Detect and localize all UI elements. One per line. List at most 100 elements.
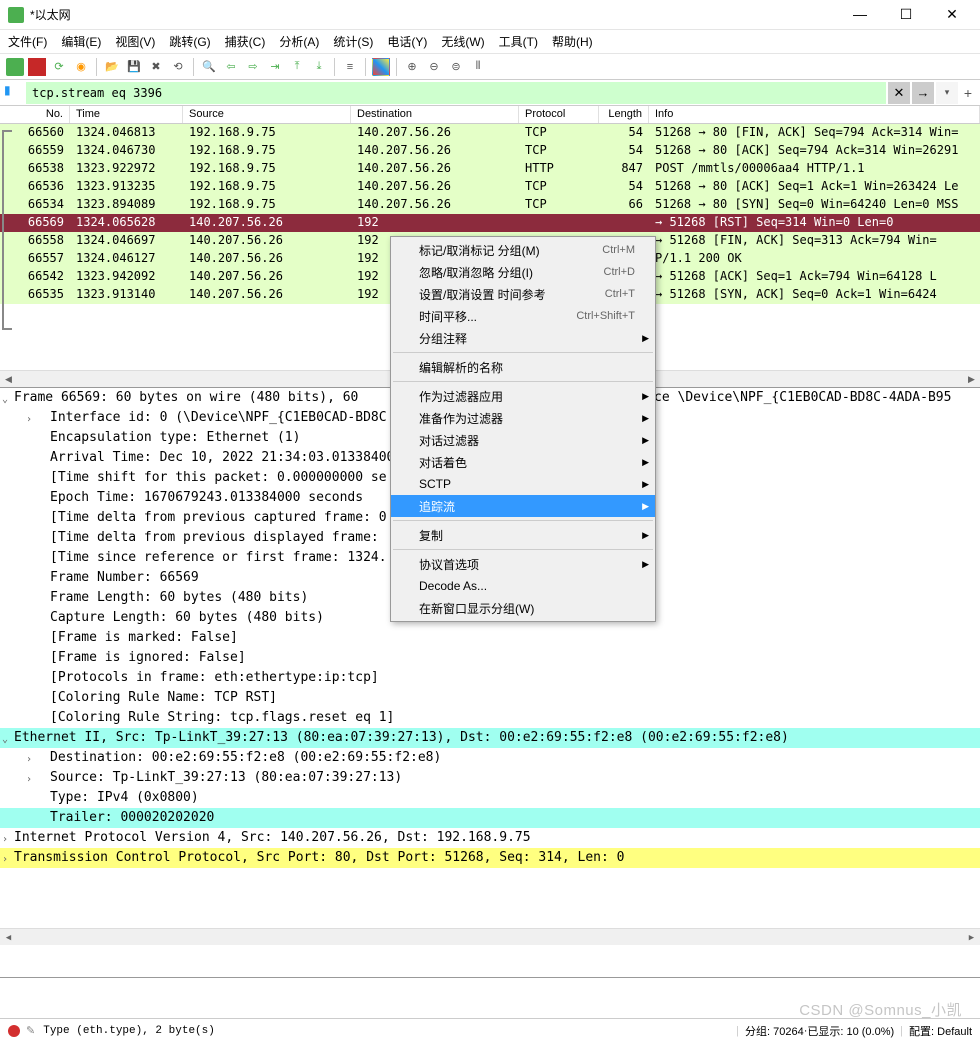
menu-view[interactable]: 视图(V) — [115, 33, 155, 50]
detail-line[interactable]: Trailer: 000020202020 — [0, 808, 980, 828]
maximize-button[interactable]: ☐ — [892, 6, 920, 23]
expand-icon[interactable]: › — [26, 770, 32, 790]
tcp-node[interactable]: ›Transmission Control Protocol, Src Port… — [0, 848, 980, 868]
detail-line[interactable]: [Frame is marked: False] — [0, 628, 980, 648]
column-destination[interactable]: Destination — [351, 106, 519, 123]
packet-row[interactable]: 665591324.046730192.168.9.75140.207.56.2… — [0, 142, 980, 160]
packet-row[interactable]: 665381323.922972192.168.9.75140.207.56.2… — [0, 160, 980, 178]
menu-tools[interactable]: 工具(T) — [499, 33, 538, 50]
ctx-copy[interactable]: 复制▶ — [391, 524, 655, 546]
packet-row[interactable]: 665691324.065628140.207.56.26192→ 51268 … — [0, 214, 980, 232]
scroll-left-icon[interactable]: ◀ — [0, 371, 17, 388]
capture-options-icon[interactable]: ◉ — [72, 58, 90, 76]
separator — [393, 352, 653, 353]
column-protocol[interactable]: Protocol — [519, 106, 599, 123]
ethernet-node[interactable]: ⌄Ethernet II, Src: Tp-LinkT_39:27:13 (80… — [0, 728, 980, 748]
scroll-right-icon[interactable]: ▶ — [963, 371, 980, 388]
resize-columns-icon[interactable]: ⫴ — [469, 58, 487, 76]
ctx-apply-as-filter[interactable]: 作为过滤器应用▶ — [391, 385, 655, 407]
ctx-show-in-new-window[interactable]: 在新窗口显示分组(W) — [391, 597, 655, 619]
column-no[interactable]: No. — [0, 106, 70, 123]
restart-capture-icon[interactable]: ⟳ — [50, 58, 68, 76]
filter-history-button[interactable]: ▾ — [936, 82, 958, 104]
packet-row[interactable]: 665341323.894089192.168.9.75140.207.56.2… — [0, 196, 980, 214]
ctx-protocol-preferences[interactable]: 协议首选项▶ — [391, 553, 655, 575]
menu-statistics[interactable]: 统计(S) — [333, 33, 373, 50]
find-icon[interactable]: 🔍 — [200, 58, 218, 76]
status-profile[interactable]: 配置: Default — [909, 1023, 972, 1039]
expand-icon[interactable]: › — [2, 850, 8, 870]
ctx-colorize-conversation[interactable]: 对话着色▶ — [391, 451, 655, 473]
reload-icon[interactable]: ⟲ — [169, 58, 187, 76]
ip-node[interactable]: ›Internet Protocol Version 4, Src: 140.2… — [0, 828, 980, 848]
ctx-follow-stream[interactable]: 追踪流▶ — [391, 495, 655, 517]
bookmark-filter-icon[interactable]: ▮ — [4, 83, 24, 103]
menu-wireless[interactable]: 无线(W) — [441, 33, 484, 50]
detail-line[interactable]: [Frame is ignored: False] — [0, 648, 980, 668]
scroll-right-icon[interactable]: ▶ — [963, 929, 980, 946]
add-filter-button[interactable]: + — [960, 85, 976, 101]
ctx-mark-packet[interactable]: 标记/取消标记 分组(M)Ctrl+M — [391, 239, 655, 261]
goto-first-icon[interactable]: ⤒ — [288, 58, 306, 76]
display-filter-input[interactable] — [26, 82, 886, 104]
packet-row[interactable]: 665361323.913235192.168.9.75140.207.56.2… — [0, 178, 980, 196]
zoom-in-icon[interactable]: ⊕ — [403, 58, 421, 76]
start-capture-icon[interactable] — [6, 58, 24, 76]
collapse-icon[interactable]: ⌄ — [2, 730, 8, 750]
detail-line[interactable]: [Protocols in frame: eth:ethertype:ip:tc… — [0, 668, 980, 688]
detail-line[interactable]: ›Source: Tp-LinkT_39:27:13 (80:ea:07:39:… — [0, 768, 980, 788]
minimize-button[interactable]: — — [846, 6, 874, 23]
close-button[interactable]: ✕ — [938, 6, 966, 23]
scroll-left-icon[interactable]: ◀ — [0, 929, 17, 946]
ctx-ignore-packet[interactable]: 忽略/取消忽略 分组(I)Ctrl+D — [391, 261, 655, 283]
column-length[interactable]: Length — [599, 106, 649, 123]
expand-icon[interactable]: › — [26, 410, 32, 430]
goto-packet-icon[interactable]: ⇥ — [266, 58, 284, 76]
menu-analyze[interactable]: 分析(A) — [279, 33, 319, 50]
detail-line[interactable]: [Coloring Rule Name: TCP RST] — [0, 688, 980, 708]
clear-filter-button[interactable]: ✕ — [888, 82, 910, 104]
detail-line[interactable]: Type: IPv4 (0x0800) — [0, 788, 980, 808]
menu-capture[interactable]: 捕获(C) — [225, 33, 266, 50]
edit-icon[interactable]: ✎ — [26, 1024, 35, 1037]
go-forward-icon[interactable]: ⇨ — [244, 58, 262, 76]
separator — [393, 520, 653, 521]
stop-capture-icon[interactable] — [28, 58, 46, 76]
ctx-packet-comment[interactable]: 分组注释▶ — [391, 327, 655, 349]
apply-filter-button[interactable]: → — [912, 82, 934, 104]
colorize-icon[interactable] — [372, 58, 390, 76]
close-file-icon[interactable]: ✖ — [147, 58, 165, 76]
menu-edit[interactable]: 编辑(E) — [61, 33, 101, 50]
detail-line[interactable]: [Coloring Rule String: tcp.flags.reset e… — [0, 708, 980, 728]
window-title: *以太网 — [30, 6, 846, 23]
zoom-reset-icon[interactable]: ⊜ — [447, 58, 465, 76]
menu-telephony[interactable]: 电话(Y) — [387, 33, 427, 50]
ctx-prepare-as-filter[interactable]: 准备作为过滤器▶ — [391, 407, 655, 429]
open-file-icon[interactable]: 📂 — [103, 58, 121, 76]
column-info[interactable]: Info — [649, 106, 980, 123]
go-back-icon[interactable]: ⇦ — [222, 58, 240, 76]
expert-info-icon[interactable] — [8, 1025, 20, 1037]
goto-last-icon[interactable]: ⤓ — [310, 58, 328, 76]
autoscroll-icon[interactable]: ≡ — [341, 58, 359, 76]
scrollbar-horizontal[interactable]: ◀ ▶ — [0, 928, 980, 945]
expand-icon[interactable]: › — [2, 830, 8, 850]
ctx-time-shift[interactable]: 时间平移...Ctrl+Shift+T — [391, 305, 655, 327]
ctx-sctp[interactable]: SCTP▶ — [391, 473, 655, 495]
ctx-decode-as[interactable]: Decode As... — [391, 575, 655, 597]
packet-row[interactable]: 665601324.046813192.168.9.75140.207.56.2… — [0, 124, 980, 142]
menu-go[interactable]: 跳转(G) — [169, 33, 210, 50]
column-time[interactable]: Time — [70, 106, 183, 123]
expand-icon[interactable]: › — [26, 750, 32, 770]
menu-help[interactable]: 帮助(H) — [552, 33, 593, 50]
collapse-icon[interactable]: ⌄ — [2, 390, 8, 410]
ctx-time-reference[interactable]: 设置/取消设置 时间参考Ctrl+T — [391, 283, 655, 305]
save-file-icon[interactable]: 💾 — [125, 58, 143, 76]
ctx-conversation-filter[interactable]: 对话过滤器▶ — [391, 429, 655, 451]
ctx-edit-resolved-name[interactable]: 编辑解析的名称 — [391, 356, 655, 378]
detail-line[interactable]: ›Destination: 00:e2:69:55:f2:e8 (00:e2:6… — [0, 748, 980, 768]
menu-file[interactable]: 文件(F) — [8, 33, 47, 50]
zoom-out-icon[interactable]: ⊖ — [425, 58, 443, 76]
column-source[interactable]: Source — [183, 106, 351, 123]
separator — [396, 58, 397, 76]
